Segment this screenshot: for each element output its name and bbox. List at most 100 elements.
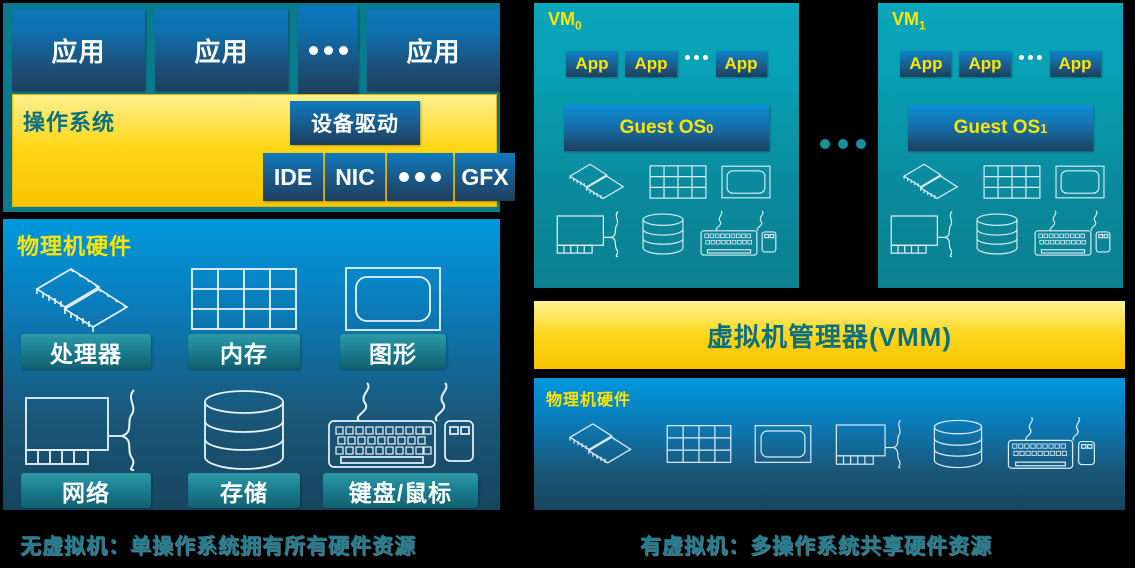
vm-app-box[interactable]: App bbox=[900, 51, 952, 77]
ellipsis-dots-icon bbox=[684, 53, 708, 75]
application-label: 应用 bbox=[406, 36, 461, 67]
controller-gfx[interactable]: GFX bbox=[455, 153, 515, 201]
hardware-item-keyboard-mouse[interactable]: 键盘/鼠标 bbox=[323, 381, 478, 508]
operating-system-label: 操作系统 bbox=[23, 110, 116, 135]
hardware-item-storage[interactable]: 存储 bbox=[188, 387, 300, 508]
vm-title-index: 1 bbox=[919, 18, 926, 33]
ellipsis-dots-icon bbox=[1018, 53, 1042, 75]
cpu-icon bbox=[562, 419, 644, 469]
network-card-icon bbox=[834, 418, 910, 470]
cpu-icon bbox=[563, 161, 635, 203]
ellipsis-dots-icon bbox=[431, 172, 441, 182]
controller-nic[interactable]: NIC bbox=[325, 153, 385, 201]
cpu-icon bbox=[21, 264, 151, 334]
guest-os-box-1[interactable]: Guest OS 1 bbox=[908, 105, 1093, 151]
operating-system-box: 操作系统 设备驱动 IDE NIC GFX bbox=[12, 94, 515, 207]
network-card-icon bbox=[889, 210, 961, 258]
storage-icon bbox=[975, 211, 1019, 257]
vm-virtual-hardware-icons-0 bbox=[534, 161, 799, 259]
vm-title-1: VM1 bbox=[892, 9, 926, 33]
storage-icon bbox=[641, 211, 685, 257]
guest-os-label: Guest OS bbox=[953, 117, 1041, 138]
right-hardware-icon-row bbox=[534, 416, 1125, 472]
vm-app-row-0: App App App bbox=[534, 51, 799, 77]
diagram-root: 应用 应用 应用 操作系统 设备驱动 IDE NIC GFX 物理机硬件 处理器… bbox=[0, 0, 1135, 568]
application-label: 应用 bbox=[51, 36, 106, 67]
guest-os-box-0[interactable]: Guest OS 0 bbox=[564, 105, 769, 151]
keyboard-mouse-icon bbox=[323, 381, 478, 473]
ellipsis-dots-icon bbox=[399, 172, 409, 182]
keyboard-mouse-icon bbox=[699, 209, 779, 259]
hardware-label-processor: 处理器 bbox=[21, 334, 151, 369]
guest-os-label: Guest OS bbox=[619, 117, 707, 138]
vm-box-1[interactable]: VM1 App App App Guest OS 1 bbox=[878, 3, 1123, 288]
controller-label: NIC bbox=[335, 163, 375, 190]
graphics-icon bbox=[754, 419, 812, 469]
guest-os-index: 0 bbox=[706, 120, 714, 136]
graphics-icon bbox=[340, 264, 446, 334]
cpu-icon bbox=[897, 161, 969, 203]
left-caption: 无虚拟机：单操作系统拥有所有硬件资源 bbox=[20, 535, 416, 558]
vmm-bar[interactable]: 虚拟机管理器(VMM) bbox=[534, 301, 1125, 369]
application-row: 应用 应用 应用 bbox=[9, 6, 500, 94]
ellipsis-dots-icon bbox=[308, 45, 348, 55]
vm-box-0[interactable]: VM0 App App App Guest OS 0 bbox=[534, 3, 799, 288]
controller-label: IDE bbox=[273, 163, 313, 190]
memory-icon bbox=[982, 161, 1041, 203]
right-caption: 有虚拟机：多操作系统共享硬件资源 bbox=[640, 535, 992, 558]
memory-icon bbox=[188, 264, 300, 334]
keyboard-mouse-icon bbox=[1033, 209, 1113, 259]
vm-app-row-1: App App App bbox=[878, 51, 1123, 77]
vm-title-text: VM bbox=[548, 9, 575, 29]
vm-title-text: VM bbox=[892, 9, 919, 29]
left-physical-hardware-panel: 物理机硬件 处理器 内存 图形 网络 存储 键盘/鼠标 bbox=[3, 219, 500, 510]
controller-label: GFX bbox=[461, 163, 509, 190]
vm-app-box[interactable]: App bbox=[715, 51, 767, 77]
application-box-3[interactable]: 应用 bbox=[367, 9, 500, 91]
vm-app-box[interactable]: App bbox=[1049, 51, 1101, 77]
memory-icon bbox=[666, 419, 732, 469]
application-box-1[interactable]: 应用 bbox=[12, 9, 145, 91]
vm-app-box[interactable]: App bbox=[566, 51, 618, 77]
controller-ellipsis bbox=[387, 153, 453, 201]
vm-icon-row-top bbox=[897, 161, 1105, 203]
hardware-label-storage: 存储 bbox=[188, 473, 300, 508]
application-ellipsis-box bbox=[298, 6, 358, 94]
device-controller-row: IDE NIC GFX bbox=[263, 153, 515, 201]
graphics-icon bbox=[720, 161, 771, 203]
hardware-item-processor[interactable]: 处理器 bbox=[21, 264, 151, 369]
vm-icon-row-top bbox=[563, 161, 771, 203]
graphics-icon bbox=[1054, 161, 1105, 203]
storage-icon bbox=[188, 387, 300, 473]
application-box-2[interactable]: 应用 bbox=[155, 9, 288, 91]
application-label: 应用 bbox=[194, 36, 249, 67]
hardware-label-graphics: 图形 bbox=[340, 334, 446, 369]
network-card-icon bbox=[555, 210, 627, 258]
vm-separator-ellipsis-icon bbox=[820, 139, 866, 149]
vm-app-box[interactable]: App bbox=[959, 51, 1011, 77]
hardware-item-graphics[interactable]: 图形 bbox=[340, 264, 446, 369]
hardware-item-network[interactable]: 网络 bbox=[21, 387, 151, 508]
vm-icon-row-bottom bbox=[555, 209, 779, 259]
controller-ide[interactable]: IDE bbox=[263, 153, 323, 201]
ellipsis-dots-icon bbox=[415, 172, 425, 182]
physical-hardware-title: 物理机硬件 bbox=[546, 392, 632, 409]
hardware-label-network: 网络 bbox=[21, 473, 151, 508]
left-software-stack-panel: 应用 应用 应用 操作系统 设备驱动 IDE NIC GFX bbox=[3, 3, 515, 212]
guest-os-index: 1 bbox=[1040, 120, 1048, 136]
memory-icon bbox=[648, 161, 707, 203]
vm-virtual-hardware-icons-1 bbox=[878, 161, 1123, 259]
network-card-icon bbox=[21, 387, 151, 473]
vm-title-index: 0 bbox=[575, 18, 582, 33]
hardware-label-keyboard-mouse: 键盘/鼠标 bbox=[323, 473, 478, 508]
vm-title-0: VM0 bbox=[548, 9, 582, 33]
hardware-item-memory[interactable]: 内存 bbox=[188, 264, 300, 369]
device-driver-box[interactable]: 设备驱动 bbox=[290, 101, 420, 145]
right-physical-hardware-panel: 物理机硬件 bbox=[534, 378, 1125, 510]
vm-icon-row-bottom bbox=[889, 209, 1113, 259]
vmm-label: 虚拟机管理器(VMM) bbox=[707, 321, 952, 352]
device-driver-label: 设备驱动 bbox=[311, 113, 399, 136]
hardware-label-memory: 内存 bbox=[188, 334, 300, 369]
vm-app-box[interactable]: App bbox=[625, 51, 677, 77]
storage-icon bbox=[932, 417, 984, 471]
